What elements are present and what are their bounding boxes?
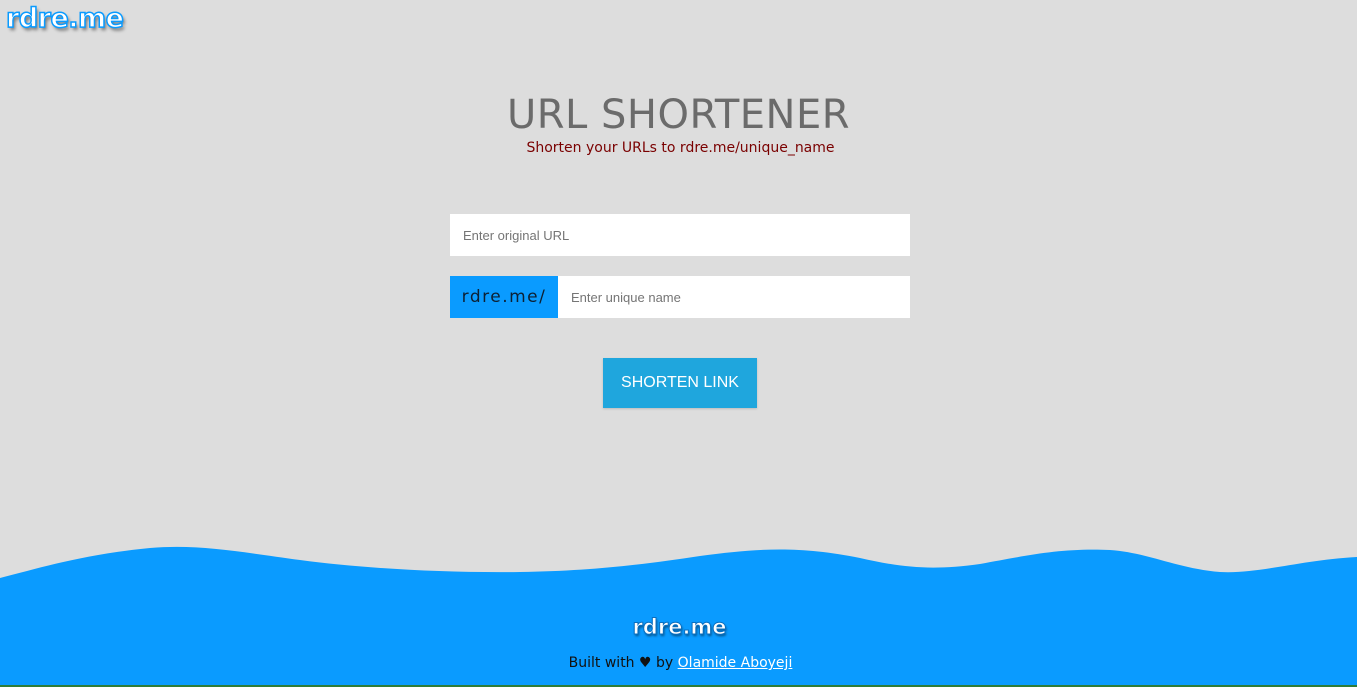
- page-subtitle: Shorten your URLs to rdre.me/unique_name: [526, 140, 835, 156]
- shorten-link-button[interactable]: SHORTEN LINK: [603, 358, 757, 408]
- credit-by: by: [656, 655, 674, 671]
- page: rdre.me URL SHORTENER Shorten your URLs …: [0, 0, 1357, 687]
- original-url-input[interactable]: [450, 214, 910, 256]
- heart-icon: ♥: [639, 655, 652, 671]
- page-title: URL SHORTENER: [506, 92, 851, 138]
- credit-prefix: Built with: [568, 655, 635, 671]
- unique-name-input[interactable]: [558, 276, 910, 318]
- url-prefix-label: rdre.me/: [450, 276, 558, 318]
- footer-logo[interactable]: rdre.me: [0, 615, 1357, 640]
- author-link[interactable]: Olamide Aboyeji: [678, 655, 793, 671]
- header-logo[interactable]: rdre.me: [5, 2, 124, 35]
- footer-credit: Built with ♥ by Olamide Aboyeji: [0, 655, 1357, 671]
